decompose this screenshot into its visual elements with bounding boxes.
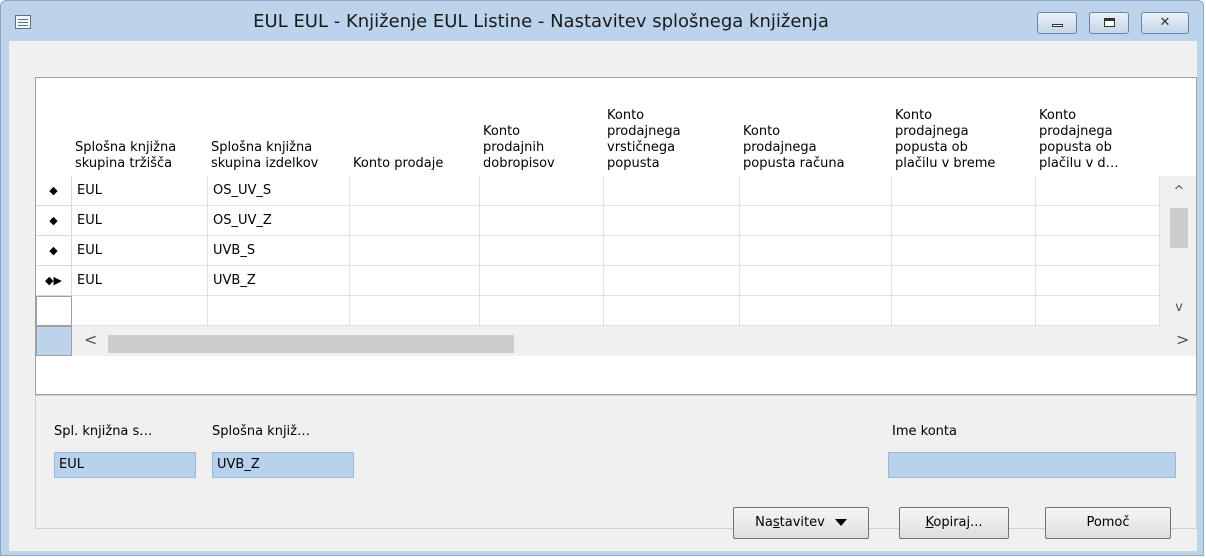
current-row-marker[interactable]: ◆▶ bbox=[36, 266, 72, 296]
vertical-scrollbar[interactable]: ^ v bbox=[1160, 176, 1196, 326]
cell-product-group[interactable]: OS_UV_Z bbox=[208, 206, 350, 236]
dropdown-arrow-icon bbox=[834, 519, 847, 526]
cell-market-group[interactable]: EUL bbox=[72, 176, 208, 206]
cell-credit-memo-account[interactable] bbox=[480, 266, 604, 296]
cell-product-group[interactable] bbox=[208, 296, 350, 326]
cell-pmt-disc-credit-account[interactable] bbox=[1036, 266, 1160, 296]
row-marker[interactable]: ◆ bbox=[36, 236, 72, 266]
scroll-up-icon[interactable]: ^ bbox=[1160, 184, 1196, 199]
grid-corner bbox=[36, 326, 72, 356]
minimize-button[interactable] bbox=[1037, 12, 1077, 34]
close-button[interactable]: ✕ bbox=[1141, 12, 1189, 34]
cell-pmt-disc-debit-account[interactable] bbox=[892, 236, 1036, 266]
horizontal-scroll-area: < > bbox=[36, 326, 1196, 356]
column-header-invoice-discount-account[interactable]: Konto prodajnega popusta računa bbox=[740, 78, 892, 176]
cell-line-discount-account[interactable] bbox=[604, 266, 740, 296]
product-group-label: Splošna knjiž… bbox=[212, 424, 310, 439]
cell-pmt-disc-credit-account[interactable] bbox=[1036, 206, 1160, 236]
window-title: EUL EUL - Knjiženje EUL Listine - Nastav… bbox=[253, 11, 829, 32]
market-group-field[interactable]: EUL bbox=[54, 452, 196, 478]
table-row[interactable]: ◆ EUL OS_UV_S bbox=[36, 176, 1196, 206]
setup-window: EUL EUL - Knjiženje EUL Listine - Nastav… bbox=[0, 0, 1204, 556]
setup-label-accel: s bbox=[772, 515, 780, 530]
grid-header: Splošna knjižna skupina tržišča Splošna … bbox=[36, 78, 1196, 176]
cell-credit-memo-account[interactable] bbox=[480, 176, 604, 206]
cell-market-group[interactable]: EUL bbox=[72, 236, 208, 266]
detail-panel: Spl. knjižna s… Splošna knjiž… Ime konta… bbox=[35, 395, 1197, 529]
cell-credit-memo-account[interactable] bbox=[480, 236, 604, 266]
cell-pmt-disc-credit-account[interactable] bbox=[1036, 176, 1160, 206]
cell-pmt-disc-debit-account[interactable] bbox=[892, 266, 1036, 296]
market-group-label: Spl. knjižna s… bbox=[54, 424, 153, 439]
cell-pmt-disc-credit-account[interactable] bbox=[1036, 296, 1160, 326]
column-header-pmt-disc-credit-account[interactable]: Konto prodajnega popusta ob plačilu v d… bbox=[1036, 78, 1160, 176]
horizontal-scrollbar[interactable]: < > bbox=[72, 326, 1196, 356]
posting-setup-grid: Splošna knjižna skupina tržišča Splošna … bbox=[35, 77, 1197, 395]
table-row-selected[interactable]: ◆▶ EUL UVB_Z bbox=[36, 266, 1196, 296]
copy-label-post: opiraj... bbox=[933, 515, 983, 530]
product-group-field[interactable]: UVB_Z bbox=[212, 452, 354, 478]
minimize-icon bbox=[1052, 24, 1063, 27]
maximize-icon bbox=[1104, 18, 1115, 27]
setup-label-pre: Na bbox=[755, 515, 773, 530]
maximize-button[interactable] bbox=[1089, 12, 1129, 34]
account-name-label: Ime konta bbox=[892, 424, 957, 439]
cell-pmt-disc-credit-account[interactable] bbox=[1036, 236, 1160, 266]
table-row[interactable]: ◆ EUL OS_UV_Z bbox=[36, 206, 1196, 236]
help-button[interactable]: Pomoč bbox=[1045, 507, 1171, 539]
cell-sales-account[interactable] bbox=[350, 296, 480, 326]
account-name-field[interactable] bbox=[888, 452, 1176, 478]
column-header-line-discount-account[interactable]: Konto prodajnega vrstičnega popusta bbox=[604, 78, 740, 176]
cell-pmt-disc-debit-account[interactable] bbox=[892, 176, 1036, 206]
form-body: Splošna knjižna skupina tržišča Splošna … bbox=[9, 41, 1197, 551]
cell-product-group[interactable]: UVB_Z bbox=[208, 266, 350, 296]
cell-line-discount-account[interactable] bbox=[604, 236, 740, 266]
title-bar[interactable]: EUL EUL - Knjiženje EUL Listine - Nastav… bbox=[1, 1, 1203, 41]
row-marker[interactable]: ◆ bbox=[36, 206, 72, 236]
cell-invoice-discount-account[interactable] bbox=[740, 236, 892, 266]
cell-line-discount-account[interactable] bbox=[604, 296, 740, 326]
cell-line-discount-account[interactable] bbox=[604, 176, 740, 206]
cell-sales-account[interactable] bbox=[350, 206, 480, 236]
cell-pmt-disc-debit-account[interactable] bbox=[892, 296, 1036, 326]
table-row[interactable]: ◆ EUL UVB_S bbox=[36, 236, 1196, 266]
horizontal-scroll-thumb[interactable] bbox=[108, 335, 514, 353]
scroll-down-icon[interactable]: v bbox=[1160, 300, 1196, 315]
cell-sales-account[interactable] bbox=[350, 266, 480, 296]
cell-pmt-disc-debit-account[interactable] bbox=[892, 206, 1036, 236]
cell-invoice-discount-account[interactable] bbox=[740, 206, 892, 236]
vertical-scroll-thumb[interactable] bbox=[1170, 208, 1188, 248]
column-header-product-group[interactable]: Splošna knjižna skupina izdelkov bbox=[208, 78, 350, 176]
close-icon: ✕ bbox=[1159, 15, 1171, 30]
setup-menu-button[interactable]: Nastavitev bbox=[733, 507, 869, 539]
cell-credit-memo-account[interactable] bbox=[480, 206, 604, 236]
copy-button[interactable]: Kopiraj... bbox=[899, 507, 1009, 539]
cell-market-group[interactable]: EUL bbox=[72, 206, 208, 236]
cell-invoice-discount-account[interactable] bbox=[740, 266, 892, 296]
scroll-right-icon[interactable]: > bbox=[1176, 330, 1189, 349]
cell-sales-account[interactable] bbox=[350, 176, 480, 206]
column-header-pmt-disc-debit-account[interactable]: Konto prodajnega popusta ob plačilu v br… bbox=[892, 78, 1036, 176]
column-header-credit-memo-account[interactable]: Konto prodajnih dobropisov bbox=[480, 78, 604, 176]
cell-line-discount-account[interactable] bbox=[604, 206, 740, 236]
cell-invoice-discount-account[interactable] bbox=[740, 176, 892, 206]
cell-product-group[interactable]: OS_UV_S bbox=[208, 176, 350, 206]
setup-label-post: tavitev bbox=[779, 515, 825, 530]
cell-invoice-discount-account[interactable] bbox=[740, 296, 892, 326]
cell-product-group[interactable]: UVB_S bbox=[208, 236, 350, 266]
column-header-market-group[interactable]: Splošna knjižna skupina tržišča bbox=[72, 78, 208, 176]
table-row-new[interactable] bbox=[36, 296, 1196, 326]
cell-sales-account[interactable] bbox=[350, 236, 480, 266]
cell-market-group[interactable]: EUL bbox=[72, 266, 208, 296]
cell-credit-memo-account[interactable] bbox=[480, 296, 604, 326]
column-header-sales-account[interactable]: Konto prodaje bbox=[350, 78, 480, 176]
scroll-left-icon[interactable]: < bbox=[84, 330, 97, 349]
cell-market-group[interactable] bbox=[72, 296, 208, 326]
row-marker[interactable]: ◆ bbox=[36, 176, 72, 206]
new-row-marker[interactable] bbox=[36, 296, 72, 326]
